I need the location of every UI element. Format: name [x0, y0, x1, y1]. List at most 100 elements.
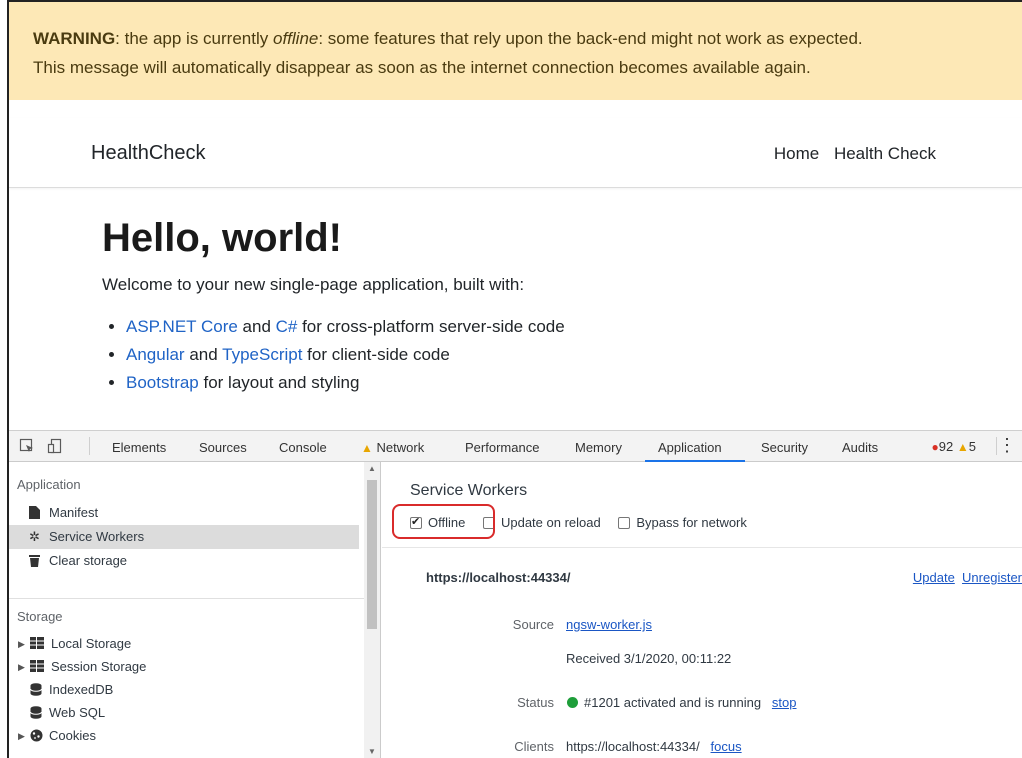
sidebar-header-application: Application — [17, 477, 81, 492]
warning-line2: This message will automatically disappea… — [33, 58, 811, 77]
warning-label: WARNING — [33, 29, 116, 48]
nav-link-home[interactable]: Home — [774, 144, 819, 163]
nav-link-health-check[interactable]: Health Check — [834, 144, 936, 163]
link-typescript[interactable]: TypeScript — [222, 345, 302, 364]
sidebar-item-session-storage[interactable]: ▶ Session Storage — [9, 655, 359, 679]
list-text: and — [237, 317, 276, 336]
status-text: #1201 activated and is running — [584, 695, 762, 710]
tab-console[interactable]: Console — [279, 440, 327, 455]
device-toolbar-icon[interactable] — [47, 438, 63, 454]
sidebar-item-label: Manifest — [49, 505, 99, 520]
sidebar-header-storage: Storage — [17, 609, 63, 624]
expand-arrow-icon[interactable]: ▶ — [18, 724, 25, 748]
stop-link[interactable]: stop — [772, 695, 797, 710]
database-icon — [30, 701, 42, 725]
devtools-toolbar: Elements Sources Console ▲ Network Perfo… — [9, 431, 1022, 462]
scroll-up-arrow-icon[interactable]: ▲ — [367, 464, 377, 473]
cookie-icon — [30, 724, 43, 748]
page-content: Hello, world! Welcome to your new single… — [102, 202, 1002, 397]
update-link[interactable]: Update — [913, 570, 955, 585]
status-value: #1201 activated and is running stop — [567, 695, 797, 710]
application-sidebar: Application Manifest ✲ Service Workers C… — [9, 462, 381, 758]
devtools-panel: Elements Sources Console ▲ Network Perfo… — [9, 430, 1022, 758]
sidebar-item-service-workers[interactable]: ✲ Service Workers — [9, 525, 359, 549]
sw-origin: https://localhost:44334/ — [426, 570, 571, 585]
grid-icon — [30, 655, 44, 679]
navbar: HealthCheck Home Health Check — [9, 118, 1022, 188]
source-link[interactable]: ngsw-worker.js — [566, 617, 652, 632]
toolbar-divider — [89, 437, 90, 455]
list-item: ASP.NET Core and C# for cross-platform s… — [126, 313, 1002, 341]
list-text: and — [184, 345, 223, 364]
checkbox-label: Bypass for network — [636, 515, 747, 530]
sidebar-item-label: Local Storage — [51, 636, 132, 651]
checkbox-icon[interactable] — [618, 517, 631, 529]
sidebar-item-cookies[interactable]: ▶ Cookies — [9, 724, 359, 748]
scrollbar-thumb[interactable] — [367, 480, 377, 629]
more-options-icon[interactable]: ⋮ — [998, 436, 1016, 454]
tab-performance[interactable]: Performance — [465, 440, 539, 455]
trash-icon — [29, 549, 40, 573]
tab-security[interactable]: Security — [761, 440, 808, 455]
update-on-reload-checkbox[interactable]: Update on reload — [482, 515, 601, 530]
source-label: Source — [512, 617, 554, 632]
tab-audits[interactable]: Audits — [842, 440, 878, 455]
offline-highlight-annotation — [392, 504, 495, 539]
sidebar-item-manifest[interactable]: Manifest — [9, 501, 359, 525]
sidebar-item-label: Web SQL — [49, 705, 106, 720]
welcome-text: Welcome to your new single-page applicat… — [102, 275, 525, 294]
tab-network-label: Network — [376, 440, 425, 455]
link-bootstrap[interactable]: Bootstrap — [126, 373, 199, 392]
warning-icon: ▲ — [956, 440, 969, 454]
expand-arrow-icon[interactable]: ▶ — [18, 632, 25, 656]
sidebar-item-label: Service Workers — [49, 529, 145, 544]
database-icon — [30, 678, 42, 702]
sidebar-item-clear-storage[interactable]: Clear storage — [9, 549, 359, 573]
focus-link[interactable]: focus — [711, 739, 742, 754]
sidebar-item-indexeddb[interactable]: IndexedDB — [9, 678, 359, 702]
navbar-brand[interactable]: HealthCheck — [91, 142, 206, 165]
link-csharp[interactable]: C# — [276, 317, 298, 336]
warning-offline-word: offline — [272, 29, 319, 48]
gear-icon: ✲ — [29, 529, 40, 544]
expand-arrow-icon[interactable]: ▶ — [18, 655, 25, 679]
sidebar-item-label: Cookies — [49, 728, 96, 743]
sidebar-item-label: IndexedDB — [49, 682, 114, 697]
sidebar-divider — [9, 598, 364, 599]
tab-network[interactable]: ▲ Network — [361, 440, 424, 455]
page-heading: Hello, world! — [102, 216, 342, 260]
sw-actions: Update Unregister — [913, 570, 1022, 585]
link-angular[interactable]: Angular — [126, 345, 185, 364]
panel-divider — [382, 547, 1022, 548]
browser-viewport: WARNING: the app is currently offline: s… — [7, 0, 1022, 758]
inspect-element-icon[interactable] — [19, 438, 35, 454]
list-text: for cross-platform server-side code — [297, 317, 565, 336]
list-text: for client-side code — [302, 345, 450, 364]
clients-url: https://localhost:44334/ — [566, 739, 700, 754]
file-icon — [29, 501, 40, 525]
sidebar-scrollbar[interactable]: ▲ ▼ — [364, 462, 380, 758]
source-value: ngsw-worker.js — [566, 617, 652, 632]
clients-value: https://localhost:44334/ focus — [566, 739, 742, 754]
sidebar-item-web-sql[interactable]: Web SQL — [9, 701, 359, 725]
service-workers-panel: Service Workers Offline Update on reload… — [382, 462, 1022, 758]
tab-memory[interactable]: Memory — [575, 440, 622, 455]
issue-counts[interactable]: ●92 ▲5 — [932, 439, 976, 454]
bypass-for-network-checkbox[interactable]: Bypass for network — [618, 515, 747, 530]
status-running-icon — [567, 697, 578, 708]
sidebar-item-local-storage[interactable]: ▶ Local Storage — [9, 632, 359, 656]
link-aspnet-core[interactable]: ASP.NET Core — [126, 317, 238, 336]
unregister-link[interactable]: Unregister — [962, 570, 1022, 585]
received-time: Received 3/1/2020, 00:11:22 — [566, 651, 732, 666]
list-item: Bootstrap for layout and styling — [126, 369, 1002, 397]
error-icon: ● — [931, 440, 939, 454]
sidebar-item-label: Session Storage — [51, 659, 147, 674]
error-count: 92 — [938, 439, 954, 454]
scroll-down-arrow-icon[interactable]: ▼ — [367, 747, 377, 756]
sidebar-item-label: Clear storage — [49, 553, 128, 568]
warning-count: 5 — [968, 439, 976, 454]
panel-title: Service Workers — [410, 482, 528, 499]
tab-application[interactable]: Application — [658, 440, 722, 455]
tab-sources[interactable]: Sources — [199, 440, 247, 455]
tab-elements[interactable]: Elements — [112, 440, 166, 455]
